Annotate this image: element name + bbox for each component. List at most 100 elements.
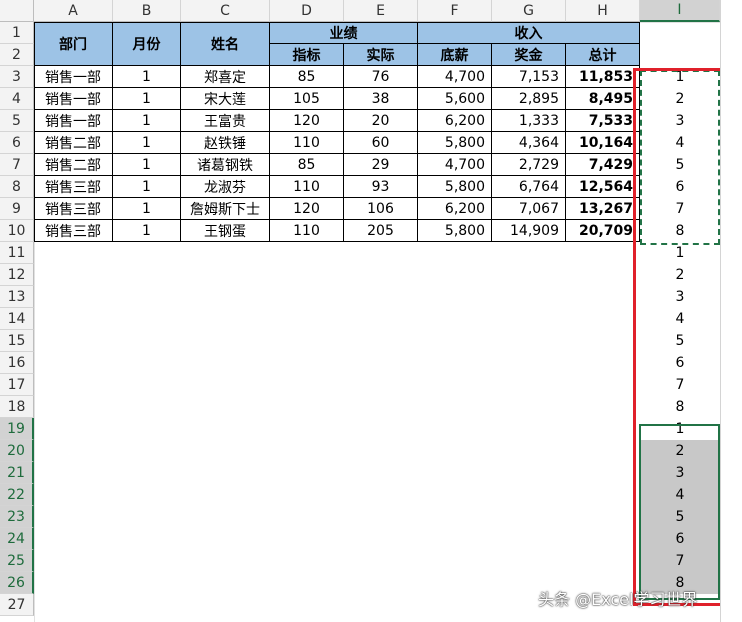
cell-total[interactable]: 11,853 xyxy=(566,66,640,88)
row-header-21[interactable]: 21 xyxy=(0,462,34,484)
cell-i-20[interactable]: 2 xyxy=(640,440,720,462)
row-header-4[interactable]: 4 xyxy=(0,88,34,110)
cell-dept[interactable]: 销售二部 xyxy=(34,132,113,154)
cell-month[interactable]: 1 xyxy=(113,220,181,242)
row-header-19[interactable]: 19 xyxy=(0,418,34,440)
cell-i-22[interactable]: 4 xyxy=(640,484,720,506)
cell-i-5[interactable]: 3 xyxy=(640,110,720,132)
cell-name[interactable]: 王富贵 xyxy=(181,110,270,132)
cell-bonus[interactable]: 14,909 xyxy=(492,220,566,242)
row-header-17[interactable]: 17 xyxy=(0,374,34,396)
row-header-27[interactable]: 27 xyxy=(0,594,34,616)
row-header-25[interactable]: 25 xyxy=(0,550,34,572)
cell-i-14[interactable]: 4 xyxy=(640,308,720,330)
cell-actual[interactable]: 76 xyxy=(344,66,418,88)
cell-dept[interactable]: 销售三部 xyxy=(34,176,113,198)
row-header-18[interactable]: 18 xyxy=(0,396,34,418)
cell-i-10[interactable]: 8 xyxy=(640,220,720,242)
cell-target[interactable]: 85 xyxy=(270,154,344,176)
cell-month[interactable]: 1 xyxy=(113,110,181,132)
cell-actual[interactable]: 29 xyxy=(344,154,418,176)
row-header-2[interactable]: 2 xyxy=(0,44,34,66)
cell-total[interactable]: 7,429 xyxy=(566,154,640,176)
cell-total[interactable]: 12,564 xyxy=(566,176,640,198)
cell-name[interactable]: 龙淑芬 xyxy=(181,176,270,198)
row-header-10[interactable]: 10 xyxy=(0,220,34,242)
row-header-26[interactable]: 26 xyxy=(0,572,34,594)
cell-name[interactable]: 郑喜定 xyxy=(181,66,270,88)
cell-dept[interactable]: 销售一部 xyxy=(34,110,113,132)
cell-base[interactable]: 6,200 xyxy=(418,198,492,220)
row-header-12[interactable]: 12 xyxy=(0,264,34,286)
row-header-22[interactable]: 22 xyxy=(0,484,34,506)
row-header-16[interactable]: 16 xyxy=(0,352,34,374)
cell-i-23[interactable]: 5 xyxy=(640,506,720,528)
cell-target[interactable]: 85 xyxy=(270,66,344,88)
cell-actual[interactable]: 38 xyxy=(344,88,418,110)
cell-month[interactable]: 1 xyxy=(113,198,181,220)
row-header-14[interactable]: 14 xyxy=(0,308,34,330)
cell-i-16[interactable]: 6 xyxy=(640,352,720,374)
cell-target[interactable]: 110 xyxy=(270,176,344,198)
cell-bonus[interactable]: 2,895 xyxy=(492,88,566,110)
column-header-b[interactable]: B xyxy=(113,0,181,22)
cell-base[interactable]: 4,700 xyxy=(418,154,492,176)
cell-dept[interactable]: 销售三部 xyxy=(34,198,113,220)
cell-base[interactable]: 5,600 xyxy=(418,88,492,110)
cell-base[interactable]: 5,800 xyxy=(418,132,492,154)
cell-total[interactable]: 8,495 xyxy=(566,88,640,110)
cell-dept[interactable]: 销售二部 xyxy=(34,154,113,176)
column-header-c[interactable]: C xyxy=(181,0,270,22)
cell-name[interactable]: 诸葛钢铁 xyxy=(181,154,270,176)
cell-i-19[interactable]: 1 xyxy=(640,418,720,440)
cell-target[interactable]: 105 xyxy=(270,88,344,110)
cell-i-4[interactable]: 2 xyxy=(640,88,720,110)
cell-target[interactable]: 110 xyxy=(270,220,344,242)
cell-i-8[interactable]: 6 xyxy=(640,176,720,198)
cell-bonus[interactable]: 6,764 xyxy=(492,176,566,198)
column-header-h[interactable]: H xyxy=(566,0,640,22)
cell-target[interactable]: 120 xyxy=(270,198,344,220)
cell-target[interactable]: 120 xyxy=(270,110,344,132)
row-header-11[interactable]: 11 xyxy=(0,242,34,264)
row-header-20[interactable]: 20 xyxy=(0,440,34,462)
cell-actual[interactable]: 60 xyxy=(344,132,418,154)
row-header-15[interactable]: 15 xyxy=(0,330,34,352)
cell-dept[interactable]: 销售一部 xyxy=(34,88,113,110)
column-header-a[interactable]: A xyxy=(34,0,113,22)
row-header-24[interactable]: 24 xyxy=(0,528,34,550)
cell-actual[interactable]: 106 xyxy=(344,198,418,220)
cell-i-7[interactable]: 5 xyxy=(640,154,720,176)
row-header-1[interactable]: 1 xyxy=(0,22,34,44)
cell-base[interactable]: 6,200 xyxy=(418,110,492,132)
cell-total[interactable]: 13,267 xyxy=(566,198,640,220)
cell-bonus[interactable]: 4,364 xyxy=(492,132,566,154)
cell-base[interactable]: 5,800 xyxy=(418,176,492,198)
row-header-6[interactable]: 6 xyxy=(0,132,34,154)
cell-bonus[interactable]: 1,333 xyxy=(492,110,566,132)
cell-total[interactable]: 10,164 xyxy=(566,132,640,154)
cell-dept[interactable]: 销售三部 xyxy=(34,220,113,242)
cell-i-12[interactable]: 2 xyxy=(640,264,720,286)
cell-i-21[interactable]: 3 xyxy=(640,462,720,484)
select-all-corner[interactable] xyxy=(0,0,34,22)
column-header-f[interactable]: F xyxy=(418,0,492,22)
column-header-g[interactable]: G xyxy=(492,0,566,22)
cell-i-3[interactable]: 1 xyxy=(640,66,720,88)
cell-i-6[interactable]: 4 xyxy=(640,132,720,154)
cell-name[interactable]: 王钢蛋 xyxy=(181,220,270,242)
cell-base[interactable]: 4,700 xyxy=(418,66,492,88)
cell-month[interactable]: 1 xyxy=(113,176,181,198)
cell-i-25[interactable]: 7 xyxy=(640,550,720,572)
cell-name[interactable]: 赵铁锤 xyxy=(181,132,270,154)
cell-bonus[interactable]: 2,729 xyxy=(492,154,566,176)
row-header-3[interactable]: 3 xyxy=(0,66,34,88)
cell-month[interactable]: 1 xyxy=(113,132,181,154)
cell-name[interactable]: 詹姆斯下士 xyxy=(181,198,270,220)
row-header-8[interactable]: 8 xyxy=(0,176,34,198)
cell-i-13[interactable]: 3 xyxy=(640,286,720,308)
row-header-7[interactable]: 7 xyxy=(0,154,34,176)
cell-target[interactable]: 110 xyxy=(270,132,344,154)
cell-i-17[interactable]: 7 xyxy=(640,374,720,396)
cell-i-11[interactable]: 1 xyxy=(640,242,720,264)
